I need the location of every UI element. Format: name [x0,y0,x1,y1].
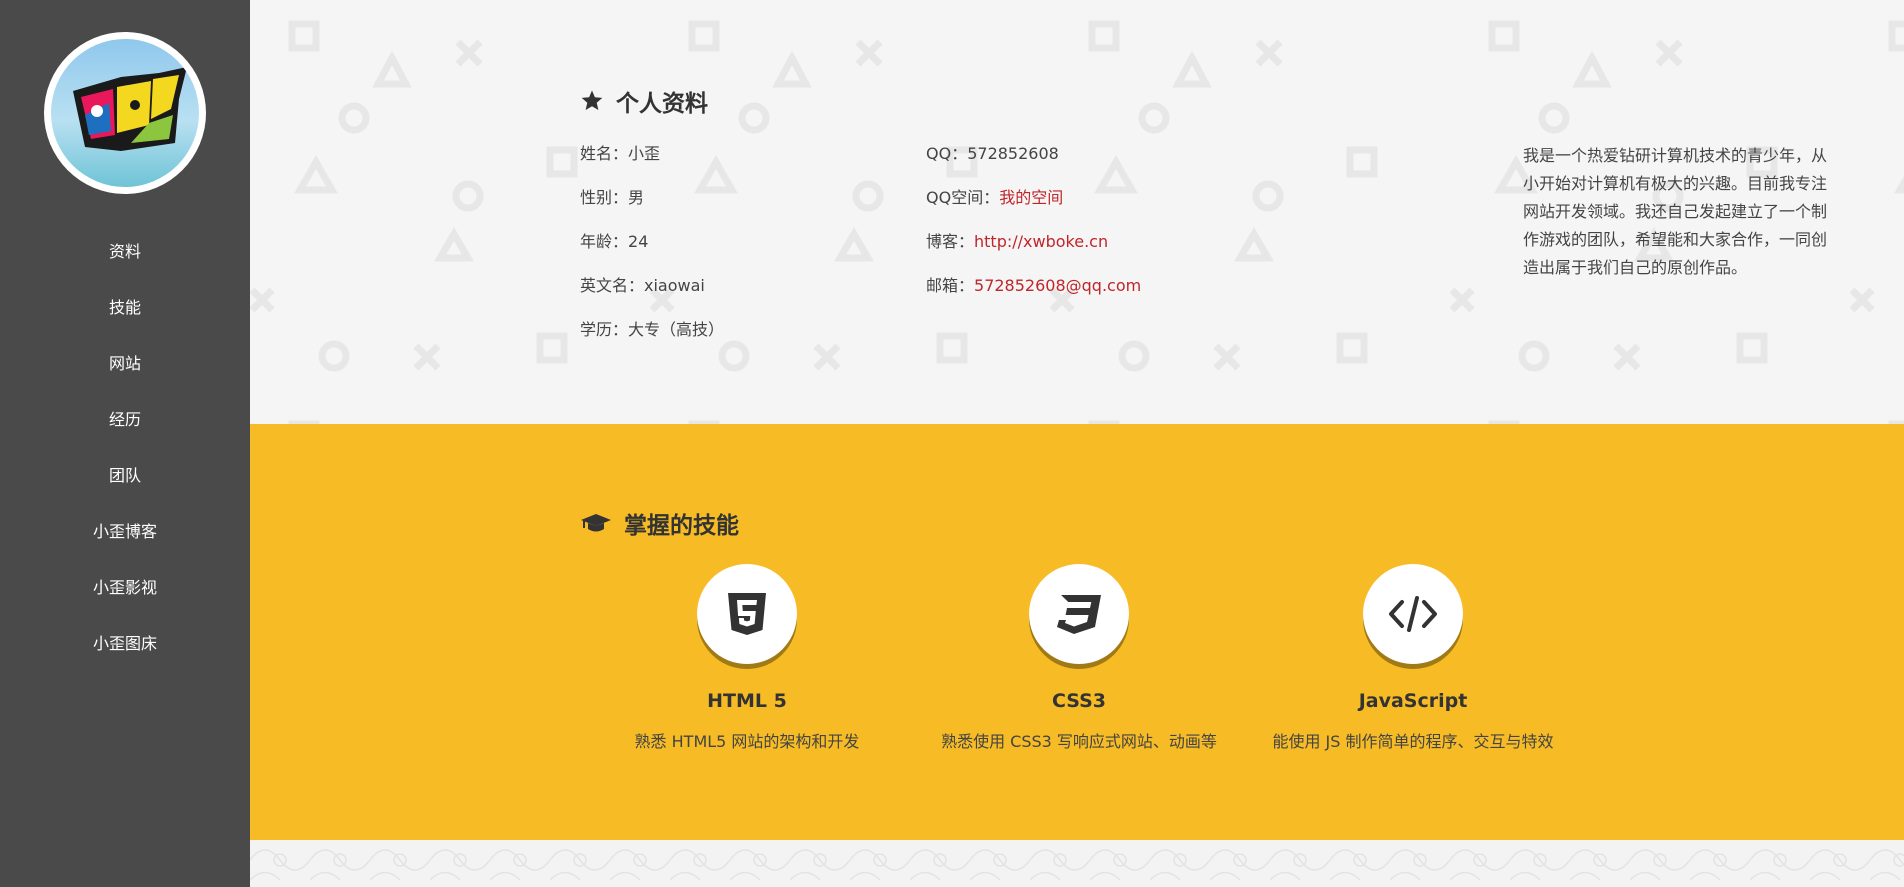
star-icon [581,90,603,110]
next-section-strip [250,840,1904,887]
info-value: 男 [628,188,645,207]
info-row-qzone: QQ空间：我的空间 [926,186,1141,230]
skill-card-html5: HTML 5 熟悉 HTML5 网站的架构和开发 [597,564,897,752]
skill-name: CSS3 [1051,690,1107,712]
info-label: 学历： [580,320,629,339]
info-value: xiaowai [644,276,705,295]
skills-section: 掌握的技能 HTML 5 熟悉 HTML5 网站的架构和开发 CSS3 熟悉使用… [250,424,1904,840]
code-icon [1389,596,1437,632]
sidebar: 资料 技能 网站 经历 团队 小歪博客 小歪影视 小歪图床 [0,0,250,887]
sidebar-item-experience[interactable]: 经历 [0,400,250,456]
skill-description: 能使用 JS 制作简单的程序、交互与特效 [1272,732,1554,751]
sidebar-item-video[interactable]: 小歪影视 [0,568,250,624]
info-row-email: 邮箱：572852608@qq.com [926,274,1141,318]
info-row-blog: 博客：http://xwboke.cn [926,230,1141,274]
info-row-english-name: 英文名：xiaowai [580,274,724,318]
info-label: 姓名： [580,144,629,163]
info-row-gender: 性别：男 [580,186,724,230]
skill-icon-circle [1363,564,1463,664]
info-value: 大专（高技） [628,320,725,339]
profile-column-contact: QQ：572852608 QQ空间：我的空间 博客：http://xwboke.… [926,142,1141,318]
sidebar-item-websites[interactable]: 网站 [0,344,250,400]
info-label: 邮箱： [926,276,975,295]
avatar[interactable] [51,39,199,187]
skill-description: 熟悉使用 CSS3 写响应式网站、动画等 [941,732,1217,751]
logo-image [73,67,187,151]
skill-description: 熟悉 HTML5 网站的架构和开发 [634,732,860,751]
info-row-name: 姓名：小歪 [580,142,724,186]
sidebar-item-blog[interactable]: 小歪博客 [0,512,250,568]
skill-name: JavaScript [1358,690,1468,712]
profile-title-text: 个人资料 [616,91,708,117]
info-value: 24 [628,232,649,251]
sidebar-nav: 资料 技能 网站 经历 团队 小歪博客 小歪影视 小歪图床 [0,232,250,680]
graduation-cap-icon [581,514,611,532]
info-label: QQ空间： [926,188,1000,207]
info-label: 性别： [580,188,629,207]
info-value: 572852608 [967,144,1059,163]
skill-icon-circle [1029,564,1129,664]
info-row-qq: QQ：572852608 [926,142,1141,186]
avatar-frame [44,32,206,194]
profile-section: 个人资料 姓名：小歪 性别：男 年龄：24 英文名：xiaowai 学历：大专（… [250,0,1904,424]
info-label: 年龄： [580,232,629,251]
sidebar-item-team[interactable]: 团队 [0,456,250,512]
skill-card-css3: CSS3 熟悉使用 CSS3 写响应式网站、动画等 [929,564,1229,752]
info-label: QQ： [926,144,968,163]
sidebar-item-profile[interactable]: 资料 [0,232,250,288]
css3-icon [1057,595,1101,634]
skill-icon-circle [697,564,797,664]
info-label: 英文名： [580,276,645,295]
blog-link[interactable]: http://xwboke.cn [974,232,1108,251]
info-value: 小歪 [628,144,661,163]
qzone-link[interactable]: 我的空间 [999,188,1063,207]
bottom-pattern [250,840,1904,887]
info-label: 博客： [926,232,975,251]
skill-name: HTML 5 [707,690,787,712]
info-row-age: 年龄：24 [580,230,724,274]
info-row-education: 学历：大专（高技） [580,318,724,362]
profile-column-basic: 姓名：小歪 性别：男 年龄：24 英文名：xiaowai 学历：大专（高技） [580,142,724,362]
profile-title: 个人资料 [580,84,708,118]
skills-title-text: 掌握的技能 [624,513,739,539]
sidebar-item-skills[interactable]: 技能 [0,288,250,344]
skill-card-javascript: JavaScript 能使用 JS 制作简单的程序、交互与特效 [1263,564,1563,752]
email-link[interactable]: 572852608@qq.com [974,276,1141,295]
html5-icon [728,593,766,635]
skills-title: 掌握的技能 [580,506,739,540]
profile-bio: 我是一个热爱钻研计算机技术的青少年，从小开始对计算机有极大的兴趣。目前我专注网站… [1523,146,1828,277]
sidebar-item-image-host[interactable]: 小歪图床 [0,624,250,680]
